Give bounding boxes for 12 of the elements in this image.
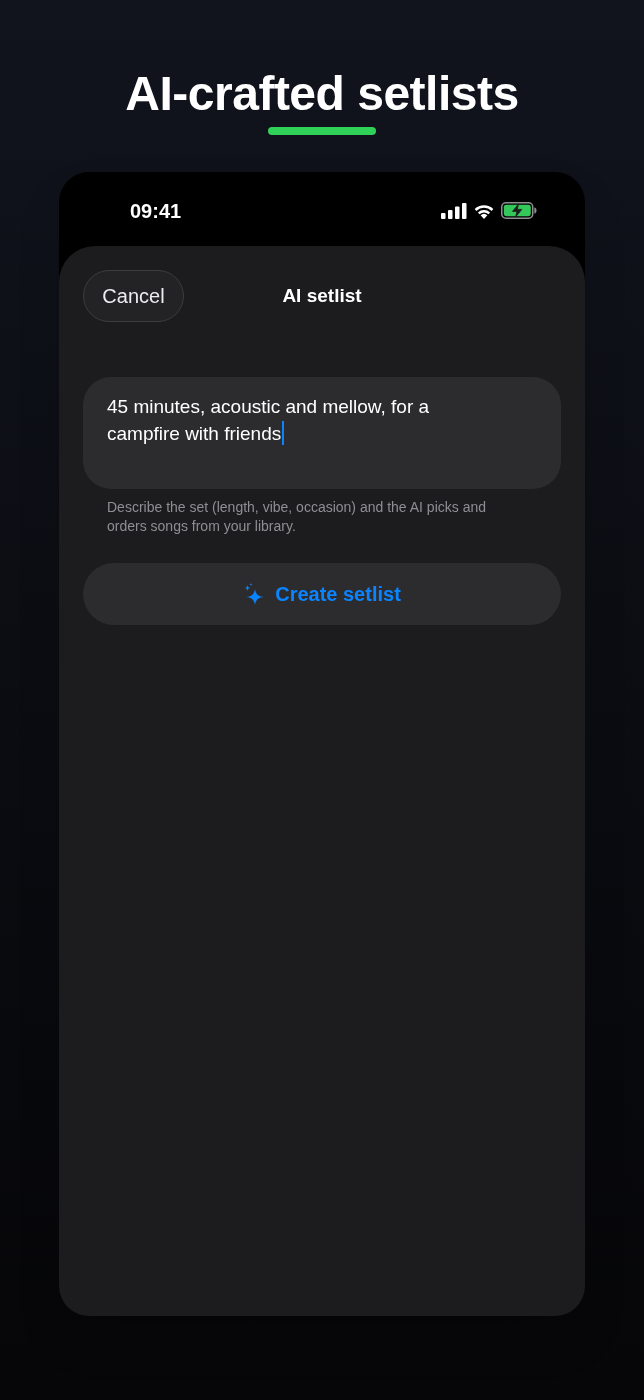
headline: AI-crafted setlists: [125, 66, 519, 122]
cancel-button[interactable]: Cancel: [83, 270, 184, 322]
sparkle-icon: [243, 583, 265, 605]
signal-icon: [441, 202, 467, 219]
prompt-field[interactable]: 45 minutes, acoustic and mellow, for a campfire with friends: [83, 377, 561, 489]
hint-text: Describe the set (length, vibe, occasion) and the AI picks and orders songs from your library.: [106, 498, 487, 536]
sheet-title: AI setlist: [282, 284, 362, 308]
text-caret-icon: [282, 421, 285, 445]
status-time: 09:41: [130, 199, 182, 224]
create-setlist-button[interactable]: Create setlist: [83, 563, 561, 625]
wifi-icon: [473, 202, 495, 219]
battery-charging-icon: [501, 202, 537, 219]
